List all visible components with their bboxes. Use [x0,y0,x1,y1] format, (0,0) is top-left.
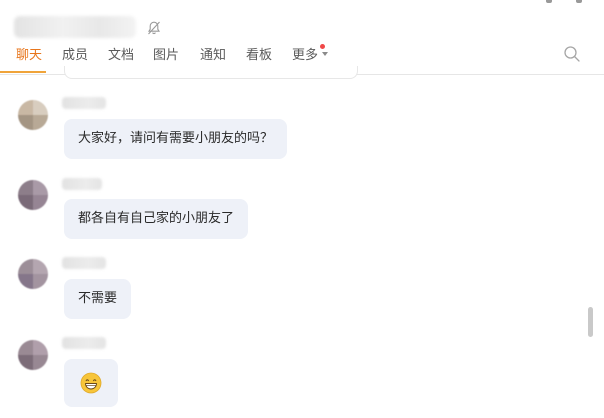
search-icon[interactable] [563,45,581,63]
tab-board[interactable]: 看板 [246,44,272,63]
group-title-blurred [14,16,136,38]
chat-header: 聊天 成员 文档 图片 通知 看板 更多 [0,0,604,75]
tab-images[interactable]: 图片 [153,44,179,63]
sender-name-blurred [62,178,102,190]
tab-more[interactable]: 更多 [292,44,318,63]
tab-chat[interactable]: 聊天 [16,44,42,63]
message-list[interactable]: 大家好，请问有需要小朋友的吗？ 都各自有自己家的小朋友了 不需要 [0,75,604,418]
tab-members[interactable]: 成员 [62,44,88,63]
avatar[interactable] [18,259,48,289]
sender-name-blurred [62,337,106,349]
window-control-icon[interactable] [576,0,582,3]
avatar[interactable] [18,340,48,370]
active-tab-indicator [0,71,46,73]
sender-name-blurred [62,257,106,269]
avatar[interactable] [18,100,48,130]
mute-icon[interactable] [146,20,162,36]
tab-docs[interactable]: 文档 [108,44,134,63]
message-bubble[interactable]: 大家好，请问有需要小朋友的吗？ [64,119,288,159]
avatar[interactable] [18,180,48,210]
emoji-message-bubble[interactable] [64,359,118,407]
grinning-face-icon [80,372,102,393]
sender-name-blurred [62,97,106,109]
message-bubble[interactable]: 不需要 [64,279,132,319]
chat-scrollbar[interactable] [588,307,593,337]
tab-notices[interactable]: 通知 [200,44,226,63]
chevron-down-icon [322,52,328,56]
message-bubble[interactable]: 都各自有自己家的小朋友了 [64,199,249,239]
more-badge-dot [320,44,325,49]
window-control-icon[interactable] [546,0,552,3]
